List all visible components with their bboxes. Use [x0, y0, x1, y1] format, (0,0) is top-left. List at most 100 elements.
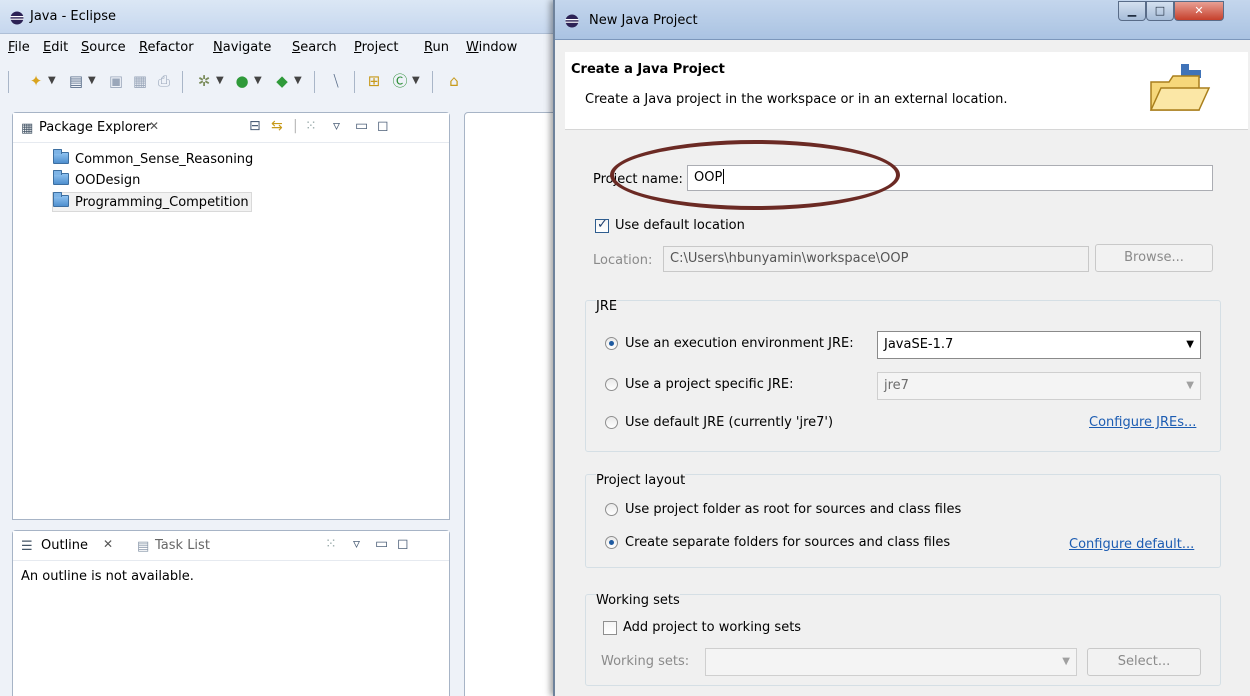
- new-wizard-icon[interactable]: ✦: [26, 71, 46, 91]
- new-package-icon[interactable]: ⊞: [364, 71, 384, 91]
- dialog-title: New Java Project: [589, 13, 698, 28]
- chevron-down-icon[interactable]: ▼: [216, 71, 224, 91]
- project-specific-jre-value: jre7: [884, 378, 909, 393]
- select-working-sets-button: Select...: [1087, 648, 1201, 676]
- jre-execution-environment-radio[interactable]: [605, 337, 618, 350]
- project-layout-group-title: Project layout: [596, 473, 686, 488]
- project-item-selected[interactable]: Programming_Competition: [52, 192, 252, 212]
- minimize-icon[interactable]: ▭: [355, 118, 368, 134]
- jre-default-radio[interactable]: [605, 416, 618, 429]
- maximize-icon[interactable]: ◻: [377, 118, 389, 134]
- jre-group-title: JRE: [596, 299, 618, 314]
- chevron-down-icon[interactable]: ▼: [48, 71, 56, 91]
- use-default-location-checkbox[interactable]: [595, 217, 609, 233]
- menu-run[interactable]: Run: [424, 40, 449, 55]
- minimize-icon[interactable]: ▭: [375, 536, 388, 552]
- eclipse-icon: [10, 11, 24, 25]
- wizard-description: Create a Java project in the workspace o…: [585, 92, 1008, 107]
- package-explorer-tab[interactable]: Package Explorer: [39, 120, 151, 135]
- save-icon[interactable]: ▣: [106, 71, 126, 91]
- configure-jres-link[interactable]: Configure JREs...: [1089, 415, 1196, 430]
- chevron-down-icon[interactable]: ▼: [412, 71, 420, 91]
- menu-edit[interactable]: Edit: [43, 40, 68, 55]
- skip-breakpoints-icon[interactable]: ⧹: [326, 71, 346, 91]
- link-with-editor-icon[interactable]: ⇆: [271, 118, 283, 134]
- chevron-down-icon[interactable]: ▼: [294, 71, 302, 91]
- eclipse-window: Java - Eclipse File Edit Source Refactor…: [0, 0, 560, 696]
- menu-refactor[interactable]: Refactor: [139, 40, 194, 55]
- run-external-tool-icon[interactable]: ◆: [272, 71, 292, 91]
- chevron-down-icon[interactable]: ▼: [88, 71, 96, 91]
- menu-source[interactable]: Source: [81, 40, 126, 55]
- new-file-icon[interactable]: ▤: [66, 71, 86, 91]
- close-icon[interactable]: ✕: [103, 537, 113, 551]
- menu-search[interactable]: Search: [292, 40, 337, 55]
- project-item[interactable]: OODesign: [53, 170, 140, 191]
- focus-task-icon[interactable]: ⁙: [325, 536, 337, 552]
- menu-file[interactable]: File: [8, 40, 30, 55]
- dialog-titlebar[interactable]: New Java Project ▁ □ ✕: [555, 0, 1250, 40]
- editor-area[interactable]: [464, 112, 560, 696]
- jre-project-specific-radio[interactable]: [605, 378, 618, 391]
- project-name-field[interactable]: OOP: [687, 165, 1213, 191]
- package-explorer-icon: ▦: [21, 121, 34, 136]
- menu-project[interactable]: Project: [354, 40, 399, 55]
- debug-icon[interactable]: ✲: [194, 71, 214, 91]
- project-name-value: OOP: [694, 170, 723, 185]
- focus-task-icon[interactable]: ⁙: [305, 118, 317, 134]
- text-caret: [723, 169, 725, 184]
- toolbar-separator: [8, 71, 9, 93]
- package-explorer-tab-bar: ▦ Package Explorer ✕ ⊟ ⇆ | ⁙ ▿ ▭ ◻: [13, 113, 449, 143]
- minimize-button[interactable]: ▁: [1118, 1, 1146, 21]
- project-specific-jre-select: jre7 ▼: [877, 372, 1201, 400]
- menu-navigate[interactable]: Navigate: [213, 40, 271, 55]
- toolbar-separator: [432, 71, 433, 93]
- layout-project-root-radio[interactable]: [605, 503, 618, 516]
- close-button[interactable]: ✕: [1174, 1, 1224, 21]
- open-type-icon[interactable]: ⌂: [444, 71, 464, 91]
- main-toolbar: ✦ ▼ ▤ ▼ ▣ ▦ ⎙ ✲ ▼ ● ▼ ◆ ▼ ⧹ ⊞ Ⓒ ▼ ⌂: [0, 62, 560, 100]
- chevron-down-icon: ▼: [1186, 380, 1194, 391]
- working-sets-group-title: Working sets: [596, 593, 680, 608]
- collapse-all-icon[interactable]: ⊟: [249, 118, 261, 134]
- toolbar-separator: [314, 71, 315, 93]
- menu-window[interactable]: Window: [466, 40, 517, 55]
- maximize-icon[interactable]: ◻: [397, 536, 409, 552]
- jre-execution-environment-label: Use an execution environment JRE:: [625, 336, 854, 351]
- view-menu-icon[interactable]: ▿: [353, 536, 360, 552]
- chevron-down-icon[interactable]: ▼: [254, 71, 262, 91]
- add-to-working-sets-checkbox[interactable]: [603, 621, 617, 635]
- toolbar-separator: [354, 71, 355, 93]
- save-all-icon[interactable]: ▦: [130, 71, 150, 91]
- view-menu-icon[interactable]: ▿: [333, 118, 340, 134]
- wizard-title: Create a Java Project: [571, 62, 725, 77]
- layout-separate-folders-radio[interactable]: [605, 536, 618, 549]
- print-icon[interactable]: ⎙: [154, 71, 174, 91]
- project-folder-icon: [53, 192, 69, 207]
- eclipse-title: Java - Eclipse: [30, 9, 117, 24]
- project-item[interactable]: Common_Sense_Reasoning: [53, 149, 253, 170]
- toolbar-separator: [182, 71, 183, 93]
- new-java-project-dialog: New Java Project ▁ □ ✕ Create a Java Pro…: [553, 0, 1250, 696]
- outline-icon: ☰: [21, 539, 33, 554]
- task-list-icon: ▤: [137, 539, 150, 554]
- run-icon[interactable]: ●: [232, 71, 252, 91]
- outline-tab[interactable]: Outline: [41, 538, 88, 553]
- close-icon[interactable]: ✕: [149, 119, 159, 133]
- execution-environment-select[interactable]: JavaSE-1.7 ▼: [877, 331, 1201, 359]
- close-icon: ✕: [1194, 4, 1204, 17]
- maximize-button[interactable]: □: [1146, 1, 1174, 21]
- menu-bar: File Edit Source Refactor Navigate Searc…: [0, 36, 560, 60]
- jre-default-label: Use default JRE (currently 'jre7'): [625, 415, 834, 430]
- outline-tab-bar: ☰ Outline ✕ ▤ Task List ⁙ ▿ ▭ ◻: [13, 531, 449, 561]
- configure-default-link[interactable]: Configure default...: [1069, 537, 1194, 552]
- outline-view: ☰ Outline ✕ ▤ Task List ⁙ ▿ ▭ ◻ An outli…: [12, 530, 450, 696]
- folder-wizard-icon: [1149, 64, 1211, 111]
- new-class-icon[interactable]: Ⓒ: [390, 71, 410, 91]
- working-sets-select: ▼: [705, 648, 1077, 676]
- eclipse-titlebar[interactable]: Java - Eclipse: [0, 0, 560, 34]
- project-folder-icon: [53, 170, 69, 185]
- location-field: C:\Users\hbunyamin\workspace\OOP: [663, 246, 1089, 272]
- project-label: Programming_Competition: [75, 195, 249, 210]
- task-list-tab[interactable]: Task List: [155, 538, 210, 553]
